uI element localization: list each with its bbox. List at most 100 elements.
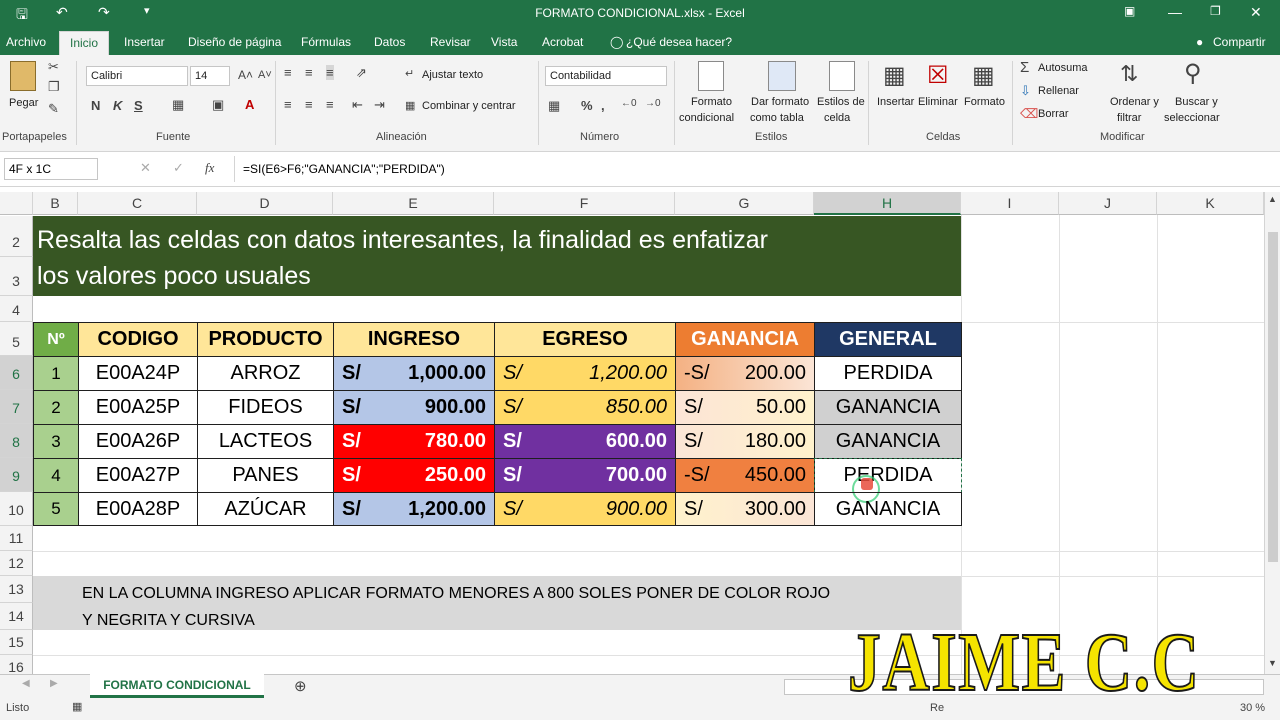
general-cell[interactable]: GANANCIA [814, 492, 962, 526]
income-cell[interactable]: S/1,000.00 [333, 356, 495, 391]
accounting-format-icon[interactable]: ▦ [548, 98, 560, 114]
expense-cell[interactable]: S/700.00 [494, 458, 676, 493]
font-size-select[interactable]: 14 [190, 66, 230, 86]
code-cell[interactable]: E00A25P [78, 390, 198, 425]
column-header[interactable]: J [1059, 192, 1157, 215]
sheet-tab[interactable]: FORMATO CONDICIONAL [90, 674, 264, 698]
align-left-icon[interactable]: ≡ [284, 97, 292, 112]
format-cells-button[interactable]: Formato [964, 96, 1005, 108]
row-header[interactable]: 9 [0, 458, 33, 492]
product-cell[interactable]: ARROZ [197, 356, 334, 391]
income-cell[interactable]: S/780.00 [333, 424, 495, 459]
zoom-level[interactable]: 30 % [1240, 702, 1265, 714]
name-box[interactable]: 4F x 1C [4, 158, 98, 180]
tab-insert[interactable]: Insertar [124, 35, 165, 49]
vertical-scrollbar[interactable]: ▲ ▼ [1264, 192, 1280, 674]
tab-home[interactable]: Inicio [59, 31, 110, 55]
increase-decimal-icon[interactable]: ←0 [621, 98, 637, 109]
next-sheet-icon[interactable]: ▶ [50, 678, 58, 689]
font-color-icon[interactable]: A [245, 97, 254, 112]
font-name-select[interactable]: Calibri [86, 66, 188, 86]
decrease-decimal-icon[interactable]: →0 [645, 98, 661, 109]
increase-font-icon[interactable]: A˄ [238, 68, 253, 82]
sort-filter-label-1[interactable]: Ordenar y [1110, 96, 1159, 108]
row-header[interactable]: 8 [0, 424, 33, 458]
align-right-icon[interactable]: ≡ [326, 97, 334, 112]
row-number-cell[interactable]: 2 [33, 390, 79, 425]
profit-cell[interactable]: -S/200.00 [675, 356, 815, 391]
profit-cell[interactable]: -S/450.00 [675, 458, 815, 493]
expense-cell[interactable]: S/850.00 [494, 390, 676, 425]
row-header[interactable]: 12 [0, 551, 33, 576]
share-button[interactable]: Compartir [1213, 35, 1266, 49]
column-header[interactable]: B [33, 192, 78, 215]
expense-cell[interactable]: S/1,200.00 [494, 356, 676, 391]
expense-cell[interactable]: S/900.00 [494, 492, 676, 526]
cut-icon[interactable]: ✂ [48, 59, 59, 75]
header-cell-income[interactable]: INGRESO [333, 322, 495, 357]
profit-cell[interactable]: S/50.00 [675, 390, 815, 425]
row-number-cell[interactable]: 3 [33, 424, 79, 459]
header-cell-product[interactable]: PRODUCTO [197, 322, 334, 357]
align-middle-icon[interactable]: ≡ [305, 65, 313, 80]
row-header[interactable]: 15 [0, 630, 33, 655]
column-header[interactable]: F [494, 192, 675, 215]
tab-page-layout[interactable]: Diseño de página [188, 35, 281, 49]
cell-styles-label-1[interactable]: Estilos de [817, 96, 865, 108]
sort-filter-label-2[interactable]: filtrar [1117, 112, 1141, 124]
conditional-format-label-1[interactable]: Formato [691, 96, 732, 108]
code-cell[interactable]: E00A26P [78, 424, 198, 459]
income-cell[interactable]: S/900.00 [333, 390, 495, 425]
row-header[interactable]: 14 [0, 603, 33, 630]
align-center-icon[interactable]: ≡ [305, 97, 313, 112]
autosum-button[interactable]: Autosuma [1038, 62, 1088, 74]
row-number-cell[interactable]: 5 [33, 492, 79, 526]
worksheet-grid[interactable]: B C D E F G H I J K 2 3 4 5 6 7 8 9 10 1… [0, 192, 1264, 674]
find-select-label-2[interactable]: seleccionar [1164, 112, 1220, 124]
scroll-up-icon[interactable]: ▲ [1268, 194, 1277, 204]
add-sheet-icon[interactable]: ⊕ [294, 677, 307, 695]
general-cell[interactable]: GANANCIA [814, 390, 962, 425]
row-header[interactable]: 6 [0, 356, 33, 390]
copy-icon[interactable]: ❐ [48, 79, 60, 95]
select-all-corner[interactable] [0, 192, 33, 215]
row-header[interactable]: 16 [0, 655, 33, 674]
fill-button[interactable]: Rellenar [1038, 85, 1079, 97]
header-cell-profit[interactable]: GANANCIA [675, 322, 815, 357]
cell-styles-label-2[interactable]: celda [824, 112, 850, 124]
align-bottom-icon[interactable]: ≡ [326, 65, 334, 80]
delete-cells-button[interactable]: Eliminar [918, 96, 958, 108]
expense-cell[interactable]: S/600.00 [494, 424, 676, 459]
row-number-cell[interactable]: 1 [33, 356, 79, 391]
tab-review[interactable]: Revisar [430, 35, 471, 49]
column-header[interactable]: C [78, 192, 197, 215]
fill-color-icon[interactable]: ▣ [212, 97, 224, 113]
orientation-icon[interactable]: ⇗ [356, 65, 367, 81]
format-as-table-label-1[interactable]: Dar formato [751, 96, 809, 108]
increase-indent-icon[interactable]: ⇥ [374, 97, 385, 113]
code-cell[interactable]: E00A24P [78, 356, 198, 391]
number-format-select[interactable]: Contabilidad [545, 66, 667, 86]
bold-button[interactable]: N [91, 98, 100, 113]
macro-record-icon[interactable]: ▦ [72, 700, 82, 713]
decrease-indent-icon[interactable]: ⇤ [352, 97, 363, 113]
product-cell[interactable]: AZÚCAR [197, 492, 334, 526]
profit-cell[interactable]: S/180.00 [675, 424, 815, 459]
row-header[interactable]: 2 [0, 216, 33, 257]
column-header[interactable]: E [333, 192, 494, 215]
column-header[interactable]: K [1157, 192, 1264, 215]
borders-icon[interactable]: ▦ [172, 97, 184, 113]
wrap-text-button[interactable]: Ajustar texto [422, 69, 483, 81]
clear-button[interactable]: Borrar [1038, 108, 1069, 120]
restore-icon[interactable]: ❐ [1210, 4, 1221, 18]
merge-center-button[interactable]: Combinar y centrar [422, 100, 516, 112]
format-as-table-label-2[interactable]: como tabla [750, 112, 804, 124]
header-cell-general[interactable]: GENERAL [814, 322, 962, 357]
format-painter-icon[interactable]: ✎ [48, 101, 59, 117]
row-header[interactable]: 11 [0, 526, 33, 551]
formula-input[interactable]: =SI(E6>F6;"GANANCIA";"PERDIDA") [234, 156, 1276, 182]
row-header[interactable]: 10 [0, 492, 33, 526]
scrollbar-thumb[interactable] [1268, 232, 1278, 562]
tell-me-search[interactable]: ¿Qué desea hacer? [626, 35, 732, 49]
underline-button[interactable]: S [134, 98, 143, 113]
